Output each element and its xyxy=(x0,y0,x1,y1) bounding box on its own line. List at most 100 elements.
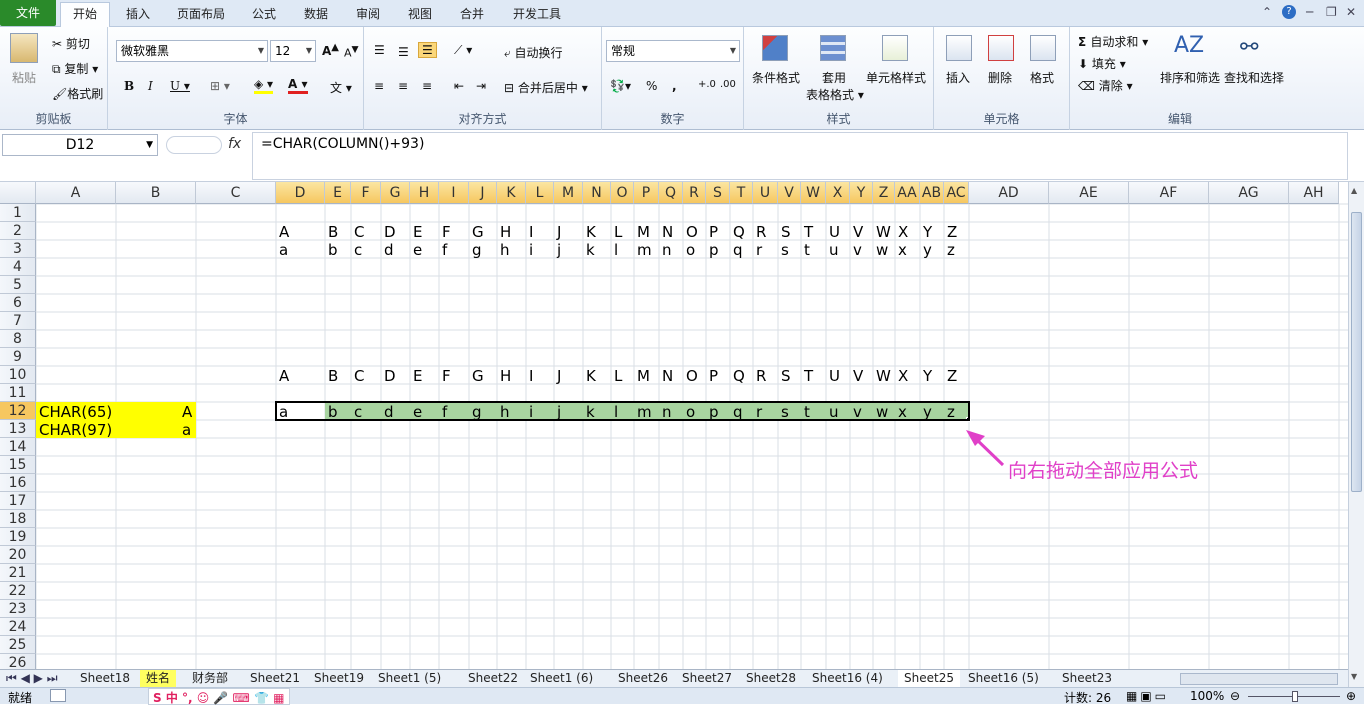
delete-button[interactable]: 删除 xyxy=(988,69,1012,86)
cell-styles-button[interactable]: 单元格样式 xyxy=(866,69,926,86)
grow-font-button[interactable]: A▲ xyxy=(322,42,339,58)
column-header-m[interactable]: M xyxy=(554,182,583,204)
format-painter-button[interactable]: 🖌格式刷 xyxy=(52,85,103,102)
row-header-1[interactable]: 1 xyxy=(0,204,36,222)
cell-letter[interactable]: R xyxy=(756,367,766,385)
cell-letter[interactable]: T xyxy=(804,367,813,385)
cell-letter[interactable]: F xyxy=(442,367,451,385)
cell-letter[interactable]: g xyxy=(472,241,482,259)
column-header-y[interactable]: Y xyxy=(850,182,873,204)
cell-letter[interactable]: O xyxy=(686,223,698,241)
row-header-26[interactable]: 26 xyxy=(0,654,36,669)
format-as-table-button[interactable]: 套用 xyxy=(822,69,846,86)
cell-letter[interactable]: J xyxy=(557,367,561,385)
cell-letter[interactable]: q xyxy=(733,241,743,259)
sheet-tab[interactable]: Sheet21 xyxy=(244,670,306,687)
cell-letter[interactable]: Q xyxy=(733,223,745,241)
align-left-button[interactable]: ≡ xyxy=(374,79,384,93)
row-header-4[interactable]: 4 xyxy=(0,258,36,276)
tab-home[interactable]: 开始 xyxy=(60,2,110,27)
row-header-6[interactable]: 6 xyxy=(0,294,36,312)
cell-letter[interactable]: E xyxy=(413,367,422,385)
cell-letter[interactable]: P xyxy=(709,367,718,385)
cell-letter[interactable]: T xyxy=(804,223,813,241)
cell-letter[interactable]: U xyxy=(829,223,840,241)
align-bottom-button[interactable]: ☰ xyxy=(418,42,437,58)
column-header-r[interactable]: R xyxy=(683,182,706,204)
font-size-select[interactable]: 12 ▼ xyxy=(270,40,316,62)
paste-button[interactable]: 粘贴 xyxy=(12,69,36,86)
cell-letter[interactable]: K xyxy=(586,367,596,385)
column-header-l[interactable]: L xyxy=(526,182,554,204)
horizontal-scrollbar[interactable] xyxy=(1180,673,1338,685)
select-all-corner[interactable] xyxy=(0,182,36,204)
row-header-2[interactable]: 2 xyxy=(0,222,36,240)
row-header-25[interactable]: 25 xyxy=(0,636,36,654)
cell-letter[interactable]: D xyxy=(384,223,396,241)
cell-letter[interactable]: C xyxy=(354,223,364,241)
zoom-out-icon[interactable]: ⊖ xyxy=(1230,689,1240,703)
name-box[interactable]: D12 ▼ xyxy=(2,134,158,156)
column-header-q[interactable]: Q xyxy=(659,182,683,204)
column-header-ah[interactable]: AH xyxy=(1289,182,1339,204)
row-header-10[interactable]: 10 xyxy=(0,366,36,384)
column-header-aa[interactable]: AA xyxy=(895,182,920,204)
cell-letter[interactable]: x xyxy=(898,241,907,259)
cell-letter[interactable]: I xyxy=(529,223,533,241)
cell-letter[interactable]: s xyxy=(781,241,789,259)
collapse-ribbon-icon[interactable]: ⌃ xyxy=(1262,5,1272,19)
cell-letter[interactable]: Z xyxy=(947,223,957,241)
cell-letter[interactable]: K xyxy=(586,223,596,241)
cell-letter[interactable]: u xyxy=(829,241,839,259)
sheet-tab[interactable]: Sheet19 xyxy=(308,670,370,687)
align-right-button[interactable]: ≡ xyxy=(422,79,432,93)
decrease-decimal-button[interactable]: .00 xyxy=(720,79,736,90)
cell-letter[interactable]: Q xyxy=(733,367,745,385)
cell-letter[interactable]: w xyxy=(876,241,888,259)
row-header-15[interactable]: 15 xyxy=(0,456,36,474)
row-header-14[interactable]: 14 xyxy=(0,438,36,456)
column-header-a[interactable]: A xyxy=(36,182,116,204)
cell-letter[interactable]: X xyxy=(898,223,908,241)
tab-data[interactable]: 数据 xyxy=(298,4,334,27)
row-header-23[interactable]: 23 xyxy=(0,600,36,618)
phonetic-button[interactable]: 文 ▾ xyxy=(330,79,352,96)
column-header-i[interactable]: I xyxy=(439,182,469,204)
sheet-tab[interactable]: Sheet16 (5) xyxy=(962,670,1045,687)
sheet-nav-buttons[interactable]: ⏮ ◀ ▶ ⏭ xyxy=(6,670,58,687)
tab-view[interactable]: 视图 xyxy=(402,4,438,27)
cell-letter[interactable]: N xyxy=(662,223,673,241)
column-header-ae[interactable]: AE xyxy=(1049,182,1129,204)
cell-letter[interactable]: M xyxy=(637,367,650,385)
cell-letter[interactable]: c xyxy=(354,241,362,259)
row-header-13[interactable]: 13 xyxy=(0,420,36,438)
zoom-level[interactable]: 100% xyxy=(1190,689,1224,703)
font-color-button[interactable]: A ▾ xyxy=(288,77,308,94)
cell-b13[interactable]: a xyxy=(182,421,191,439)
percent-button[interactable]: % xyxy=(646,79,657,93)
sheet-tab[interactable]: Sheet16 (4) xyxy=(806,670,889,687)
cell-letter[interactable]: V xyxy=(853,367,863,385)
selection-range[interactable] xyxy=(275,401,970,421)
column-header-j[interactable]: J xyxy=(469,182,497,204)
find-select-button[interactable]: 查找和选择 xyxy=(1224,69,1284,86)
cell-letter[interactable]: U xyxy=(829,367,840,385)
zoom-slider-thumb[interactable] xyxy=(1292,691,1298,702)
column-header-ac[interactable]: AC xyxy=(944,182,969,204)
restore-icon[interactable]: ❐ xyxy=(1326,5,1337,19)
cell-letter[interactable]: E xyxy=(413,223,422,241)
sheet-tab[interactable]: 财务部 xyxy=(186,670,234,687)
cell-letter[interactable]: H xyxy=(500,367,511,385)
scroll-up-icon[interactable]: ▲ xyxy=(1351,186,1357,195)
column-header-u[interactable]: U xyxy=(753,182,778,204)
column-header-ag[interactable]: AG xyxy=(1209,182,1289,204)
cell-letter[interactable]: y xyxy=(923,241,932,259)
column-header-g[interactable]: G xyxy=(381,182,410,204)
help-icon[interactable]: ? xyxy=(1282,5,1296,19)
column-header-e[interactable]: E xyxy=(325,182,351,204)
fill-color-button[interactable]: ◈ ▾ xyxy=(254,77,274,94)
sheet-tab[interactable]: Sheet22 xyxy=(462,670,524,687)
column-header-p[interactable]: P xyxy=(634,182,659,204)
column-header-v[interactable]: V xyxy=(778,182,801,204)
cell-letter[interactable]: n xyxy=(662,241,672,259)
